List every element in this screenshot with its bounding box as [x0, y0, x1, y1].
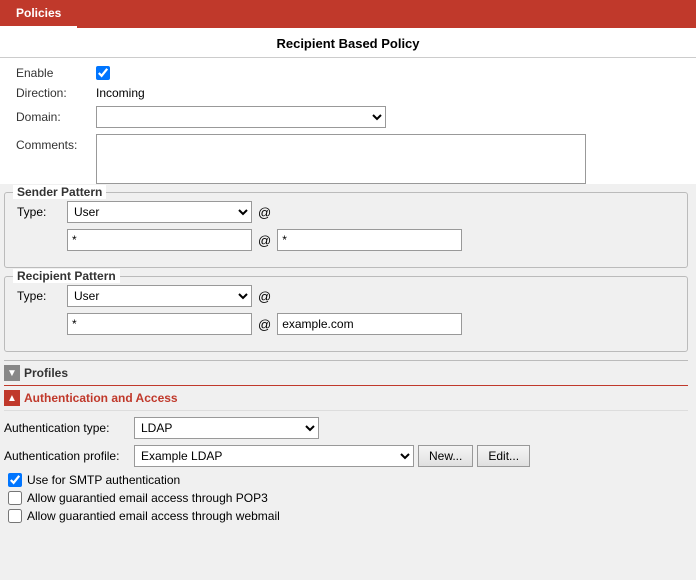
sender-type-row: Type: User Group Email IP Address @ — [17, 201, 675, 223]
profiles-section: ▼ Profiles — [4, 360, 688, 381]
sender-pattern-legend: Sender Pattern — [13, 185, 106, 199]
direction-label: Direction: — [16, 86, 96, 100]
auth-type-select[interactable]: LDAP None Basic Certificate — [134, 417, 319, 439]
recipient-at2: @ — [258, 317, 271, 332]
smtp-label: Use for SMTP authentication — [27, 473, 180, 487]
recipient-type-select[interactable]: User Group Email — [67, 285, 252, 307]
pop3-label: Allow guarantied email access through PO… — [27, 491, 268, 505]
enable-label: Enable — [16, 66, 96, 80]
auth-title: Authentication and Access — [24, 391, 178, 405]
profiles-header: ▼ Profiles — [4, 365, 688, 381]
sender-at1: @ — [258, 205, 271, 220]
recipient-at1: @ — [258, 289, 271, 304]
comments-label: Comments: — [16, 134, 96, 152]
recipient-domain-field[interactable] — [277, 313, 462, 335]
auth-section: ▲ Authentication and Access Authenticati… — [4, 385, 688, 533]
domain-row: Domain: — [16, 106, 680, 128]
smtp-row: Use for SMTP authentication — [8, 473, 688, 487]
auth-profile-select[interactable]: Example LDAP — [134, 445, 414, 467]
pop3-row: Allow guarantied email access through PO… — [8, 491, 688, 505]
comments-input[interactable] — [96, 134, 586, 184]
policies-tab[interactable]: Policies — [0, 0, 77, 28]
profiles-title: Profiles — [24, 366, 68, 380]
recipient-user-field[interactable] — [67, 313, 252, 335]
domain-label: Domain: — [16, 110, 96, 124]
webmail-checkbox[interactable] — [8, 509, 22, 523]
webmail-row: Allow guarantied email access through we… — [8, 509, 688, 523]
sender-at2: @ — [258, 233, 271, 248]
recipient-pattern-legend: Recipient Pattern — [13, 269, 120, 283]
auth-header: ▲ Authentication and Access — [4, 386, 688, 411]
sender-pattern-section: Sender Pattern Type: User Group Email IP… — [4, 192, 688, 268]
edit-button[interactable]: Edit... — [477, 445, 530, 467]
comments-row: Comments: — [16, 134, 680, 184]
sender-domain-field[interactable] — [277, 229, 462, 251]
recipient-pattern-row: @ — [67, 313, 675, 335]
auth-collapse-icon[interactable]: ▲ — [4, 390, 20, 406]
recipient-type-row: Type: User Group Email @ — [17, 285, 675, 307]
auth-profile-row: Authentication profile: Example LDAP New… — [4, 445, 688, 467]
recipient-pattern-section: Recipient Pattern Type: User Group Email… — [4, 276, 688, 352]
profiles-collapse-icon[interactable]: ▼ — [4, 365, 20, 381]
auth-content: Authentication type: LDAP None Basic Cer… — [4, 411, 688, 533]
smtp-checkbox[interactable] — [8, 473, 22, 487]
tab-bar: Policies — [0, 0, 696, 28]
page-title: Recipient Based Policy — [0, 28, 696, 58]
domain-select[interactable] — [96, 106, 386, 128]
auth-type-row: Authentication type: LDAP None Basic Cer… — [4, 417, 688, 439]
enable-checkbox[interactable] — [96, 66, 110, 80]
webmail-label: Allow guarantied email access through we… — [27, 509, 280, 523]
sender-type-label: Type: — [17, 205, 67, 219]
direction-value: Incoming — [96, 86, 145, 100]
recipient-type-label: Type: — [17, 289, 67, 303]
direction-row: Direction: Incoming — [16, 86, 680, 100]
sender-type-select[interactable]: User Group Email IP Address — [67, 201, 252, 223]
auth-type-label: Authentication type: — [4, 421, 134, 435]
enable-row: Enable — [16, 66, 680, 80]
sender-pattern-row: @ — [67, 229, 675, 251]
auth-profile-label: Authentication profile: — [4, 449, 134, 463]
new-button[interactable]: New... — [418, 445, 473, 467]
pop3-checkbox[interactable] — [8, 491, 22, 505]
form-area: Enable Direction: Incoming Domain: Comme… — [0, 58, 696, 184]
sender-user-field[interactable] — [67, 229, 252, 251]
